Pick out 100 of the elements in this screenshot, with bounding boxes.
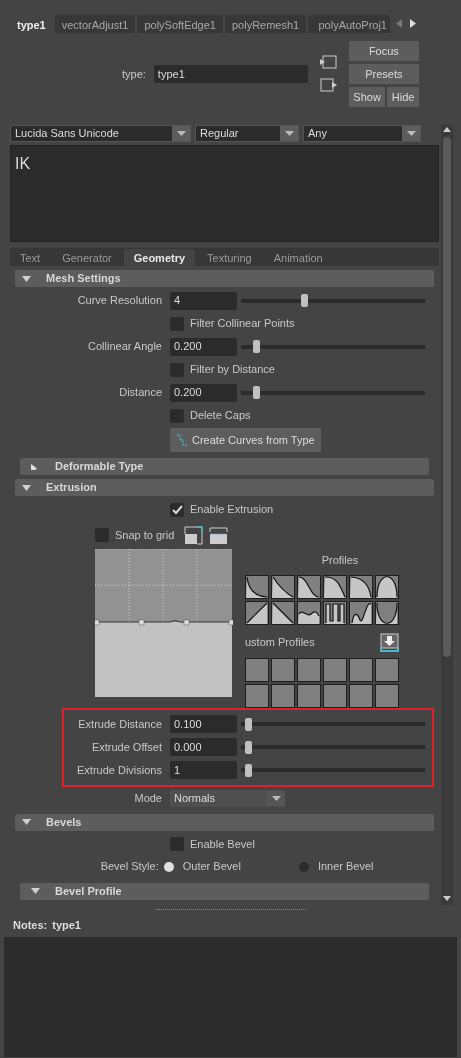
dotted-line-icon[interactable] xyxy=(209,525,229,545)
field-label: Extrude Offset xyxy=(90,739,163,755)
caret-icon xyxy=(406,131,416,136)
attribute-button[interactable]: Presets xyxy=(348,64,419,84)
download-icon[interactable] xyxy=(380,632,399,652)
slider-thumb[interactable] xyxy=(244,763,252,777)
slider-thumb[interactable] xyxy=(301,294,309,307)
value-field[interactable]: 0.000 xyxy=(170,738,237,756)
custom-profile-slot[interactable] xyxy=(375,683,399,708)
mode-dropdown[interactable]: Normals xyxy=(170,789,285,807)
slider-thumb[interactable] xyxy=(244,740,252,754)
checkbox-label: Enable Bevel xyxy=(190,836,255,852)
section-header[interactable]: Bevel Profile xyxy=(20,882,429,900)
checkbox-label: Snap to grid xyxy=(115,527,175,543)
custom-profile-slot[interactable] xyxy=(271,657,295,682)
profile-preset-button[interactable] xyxy=(297,574,321,599)
checkbox[interactable] xyxy=(170,362,184,377)
profile-preset-button[interactable] xyxy=(271,600,295,625)
section-header[interactable]: Deformable Type xyxy=(20,458,429,475)
section-header[interactable]: Mesh Settings xyxy=(15,270,434,287)
profile-preset-button[interactable] xyxy=(349,600,373,625)
expand-arrow-icon[interactable] xyxy=(31,463,40,470)
notes-field[interactable] xyxy=(4,936,457,1057)
custom-profile-slot[interactable] xyxy=(297,683,321,708)
frame-icon[interactable] xyxy=(184,525,204,545)
section-header[interactable]: Extrusion xyxy=(15,479,434,496)
scrollbar[interactable] xyxy=(441,125,453,905)
type-name-field[interactable]: type1 xyxy=(153,65,308,83)
field-label: Extrude Distance xyxy=(77,716,163,732)
custom-profile-slot[interactable] xyxy=(271,683,295,708)
profile-preset-button[interactable] xyxy=(375,600,399,625)
caret-icon xyxy=(176,131,186,136)
text-input-area[interactable]: IK xyxy=(10,145,439,242)
custom-profile-slot[interactable] xyxy=(375,657,399,682)
node-tab[interactable]: polyRemesh1 xyxy=(224,15,307,33)
checkbox[interactable] xyxy=(170,316,184,331)
slider-thumb[interactable] xyxy=(244,717,252,731)
profile-preset-button[interactable] xyxy=(297,600,321,625)
section-header[interactable]: Bevels xyxy=(15,813,434,831)
attribute-button[interactable]: Hide xyxy=(387,87,419,107)
checkbox[interactable] xyxy=(170,837,184,851)
font-family-dropdown[interactable]: Lucida Sans Unicode xyxy=(10,125,191,142)
caret-icon xyxy=(271,795,281,801)
field-label: Bevel Style: xyxy=(99,859,160,875)
custom-profile-slot[interactable] xyxy=(245,657,269,682)
collapse-arrow-icon[interactable] xyxy=(22,484,31,491)
profile-preset-button[interactable] xyxy=(375,574,399,599)
type-label: type: xyxy=(122,66,146,82)
checkbox[interactable] xyxy=(170,502,184,517)
custom-profiles-label: ustom Profiles xyxy=(245,634,315,650)
tab[interactable]: Geometry xyxy=(123,249,196,266)
value-field[interactable]: 0.100 xyxy=(170,715,237,733)
value-field[interactable]: 4 xyxy=(170,291,237,310)
field-label: Curve Resolution xyxy=(76,293,163,309)
checkbox-label: Filter by Distance xyxy=(190,362,275,378)
node-tab[interactable]: polyAutoProj1 xyxy=(308,15,391,33)
checkmark-icon xyxy=(171,504,183,515)
field-label: Extrude Divisions xyxy=(76,762,163,778)
checkbox[interactable] xyxy=(170,408,184,423)
collapse-arrow-icon[interactable] xyxy=(22,275,31,282)
custom-profile-slot[interactable] xyxy=(297,657,321,682)
profile-preset-button[interactable] xyxy=(245,600,269,625)
custom-profile-slot[interactable] xyxy=(323,657,347,682)
scroll-right-icon[interactable] xyxy=(410,19,417,28)
action-button[interactable]: Create Curves from Type xyxy=(170,428,321,452)
custom-profile-slot[interactable] xyxy=(349,657,373,682)
custom-profile-slot[interactable] xyxy=(245,683,269,708)
value-field[interactable]: 0.200 xyxy=(170,337,237,356)
font-style-dropdown[interactable]: Regular xyxy=(195,125,299,142)
value-field[interactable]: 1 xyxy=(170,761,237,779)
notes-node-name: type1 xyxy=(52,918,81,933)
radio-label: Outer Bevel xyxy=(182,859,241,875)
custom-profile-slot[interactable] xyxy=(349,683,373,708)
radio-button[interactable] xyxy=(298,861,309,872)
collapse-arrow-icon[interactable] xyxy=(31,888,40,894)
checkbox[interactable] xyxy=(95,528,109,542)
collapse-arrow-icon[interactable] xyxy=(22,819,31,825)
attribute-button[interactable]: Focus xyxy=(348,41,419,61)
node-tab[interactable]: polySoftEdge1 xyxy=(137,15,223,33)
node-tab[interactable]: vectorAdjust1 xyxy=(54,15,136,33)
field-label: Distance xyxy=(118,385,163,401)
value-field[interactable]: 0.200 xyxy=(170,383,237,402)
profile-preset-button[interactable] xyxy=(271,574,295,599)
splitter-handle[interactable] xyxy=(155,909,306,910)
scroll-up-icon[interactable] xyxy=(441,125,453,133)
scroll-down-icon[interactable] xyxy=(441,895,453,903)
scrollbar-thumb[interactable] xyxy=(443,137,451,657)
slider-thumb[interactable] xyxy=(253,340,261,353)
profile-preset-button[interactable] xyxy=(245,574,269,599)
text-input-value: IK xyxy=(15,155,31,172)
profile-preset-button[interactable] xyxy=(323,574,347,599)
profile-preset-button[interactable] xyxy=(323,600,347,625)
slider-thumb[interactable] xyxy=(253,386,261,399)
radio-label: Inner Bevel xyxy=(317,859,374,875)
writing-system-dropdown[interactable]: Any xyxy=(303,125,421,142)
radio-button[interactable] xyxy=(163,861,174,872)
field-label: Mode xyxy=(133,790,163,806)
profile-preset-button[interactable] xyxy=(349,574,373,599)
custom-profile-slot[interactable] xyxy=(323,683,347,708)
attribute-button[interactable]: Show xyxy=(348,87,386,107)
